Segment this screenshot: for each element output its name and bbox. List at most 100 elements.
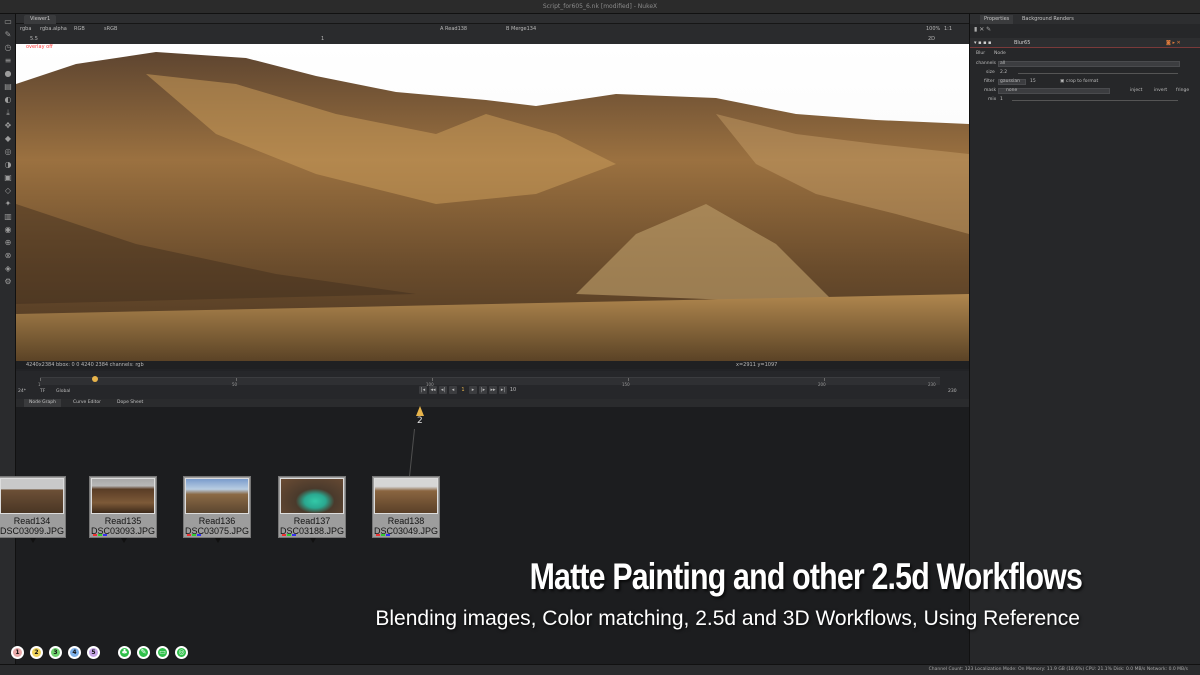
tab-dope-sheet[interactable]: Dope Sheet bbox=[112, 399, 148, 407]
zoom-select[interactable]: 100% bbox=[926, 24, 940, 34]
metadata-icon[interactable]: ◑ bbox=[3, 160, 13, 170]
timeline-tick bbox=[824, 378, 825, 381]
badge-5[interactable]: 5 bbox=[87, 646, 100, 659]
invert-label[interactable]: invert bbox=[1154, 87, 1167, 95]
node-output-icon[interactable] bbox=[30, 538, 36, 543]
timeline-track[interactable]: 1 50 100 150 200 230 bbox=[38, 376, 940, 387]
size-slider[interactable] bbox=[1018, 73, 1178, 74]
tab-curve-editor[interactable]: Curve Editor bbox=[68, 399, 106, 407]
size-value[interactable]: 2.2 bbox=[1000, 69, 1007, 77]
current-frame-field[interactable]: 1 bbox=[459, 386, 467, 394]
viewer-input-arrow-icon[interactable] bbox=[416, 406, 424, 416]
viewer-controls-2: 5.5 1 2D bbox=[16, 34, 969, 44]
brush-icon[interactable]: ✎ bbox=[137, 646, 150, 659]
tf-select[interactable]: TF bbox=[40, 389, 45, 394]
target-icon[interactable]: ◎ bbox=[175, 646, 188, 659]
tab-viewer1[interactable]: Viewer1 bbox=[24, 15, 57, 24]
3d-icon[interactable]: ◆ bbox=[3, 134, 13, 144]
timeline-label: 50 bbox=[232, 382, 238, 387]
tab-node[interactable]: Node bbox=[994, 50, 1006, 58]
last-frame-icon[interactable]: ▸| bbox=[499, 386, 507, 394]
fps-select[interactable]: 24* bbox=[18, 389, 26, 394]
colorspace-select[interactable]: RGB bbox=[74, 24, 85, 34]
lut-select[interactable]: sRGB bbox=[104, 24, 117, 34]
timeline[interactable]: 1 50 100 150 200 230 24* TF Global |◂ ◂◂… bbox=[16, 371, 969, 399]
read-node-138[interactable]: Read138 DSC03049.JPG bbox=[372, 476, 440, 538]
leaf-icon[interactable]: ♣ bbox=[118, 646, 131, 659]
tab-blur[interactable]: Blur bbox=[976, 50, 985, 58]
plugins-icon[interactable]: ◈ bbox=[3, 264, 13, 274]
tab-properties[interactable]: Properties bbox=[980, 15, 1014, 24]
badge-1[interactable]: 1 bbox=[11, 646, 24, 659]
end-frame-field[interactable]: 230 bbox=[948, 389, 957, 394]
alpha-select[interactable]: rgba.alpha bbox=[40, 24, 67, 34]
playhead[interactable] bbox=[92, 376, 98, 382]
mix-slider[interactable] bbox=[1012, 100, 1178, 101]
settings-icon[interactable]: ⚙ bbox=[3, 277, 13, 287]
ocula-icon[interactable]: ⊕ bbox=[3, 238, 13, 248]
badge-2[interactable]: 2 bbox=[30, 646, 43, 659]
fringe-label[interactable]: fringe bbox=[1176, 87, 1189, 95]
transform-icon[interactable]: ✥ bbox=[3, 121, 13, 131]
keyer-icon[interactable]: ◐ bbox=[3, 95, 13, 105]
lock-icon[interactable]: ▮ ✕ ✎ bbox=[974, 26, 991, 33]
gain-field[interactable]: 5.5 bbox=[30, 34, 38, 44]
channels-value: all bbox=[1000, 61, 1006, 66]
read-node-135[interactable]: Read135 DSC03093.JPG bbox=[89, 476, 157, 543]
crop-checkbox[interactable]: ▣ bbox=[1060, 78, 1064, 86]
ratio-select[interactable]: 1:1 bbox=[944, 24, 952, 34]
proxy-select[interactable]: 2D bbox=[928, 34, 935, 44]
node-menu-icon[interactable]: ▾ ▪ ▪ ▪ bbox=[974, 40, 991, 46]
furnace-icon[interactable]: ◉ bbox=[3, 225, 13, 235]
cara-icon[interactable]: ⊗ bbox=[3, 251, 13, 261]
channel-icon[interactable]: ≡ bbox=[3, 56, 13, 66]
badge-4[interactable]: 4 bbox=[68, 646, 81, 659]
filter-icon[interactable]: ▤ bbox=[3, 82, 13, 92]
screen-icon[interactable]: ▭ bbox=[156, 646, 169, 659]
inject-label[interactable]: inject bbox=[1130, 87, 1142, 95]
mountain-thumb-1 bbox=[0, 478, 64, 514]
read-node-134[interactable]: Read134 DSC03099.JPG bbox=[0, 476, 66, 543]
input-a-select[interactable]: A Read138 bbox=[440, 24, 467, 34]
node-output-icon[interactable] bbox=[310, 538, 316, 543]
other-icon[interactable]: ◇ bbox=[3, 186, 13, 196]
merge-icon[interactable]: ⤓ bbox=[3, 108, 13, 118]
mix-value[interactable]: 1 bbox=[1000, 96, 1003, 104]
first-frame-icon[interactable]: |◂ bbox=[419, 386, 427, 394]
tab-node-graph[interactable]: Node Graph bbox=[24, 399, 61, 407]
tab-background-renders[interactable]: Background Renders bbox=[1018, 15, 1078, 24]
quality-value[interactable]: 15 bbox=[1030, 78, 1036, 86]
node-name-field[interactable]: Blur65 bbox=[1014, 40, 1030, 46]
range-select[interactable]: Global bbox=[56, 389, 70, 394]
play-forward-icon[interactable]: ▸ bbox=[469, 386, 477, 394]
node-output-icon[interactable] bbox=[121, 538, 127, 543]
filter-value: gaussian bbox=[1000, 79, 1021, 84]
deep-icon[interactable]: ▥ bbox=[3, 212, 13, 222]
viewer-image[interactable] bbox=[16, 44, 969, 361]
color-icon[interactable]: ● bbox=[3, 69, 13, 79]
prev-keyframe-icon[interactable]: ◂◂ bbox=[429, 386, 437, 394]
frame-field[interactable]: 1 bbox=[321, 34, 324, 44]
badge-3[interactable]: 3 bbox=[49, 646, 62, 659]
play-backward-icon[interactable]: ◂ bbox=[449, 386, 457, 394]
next-keyframe-icon[interactable]: ▸▸ bbox=[489, 386, 497, 394]
node-output-icon[interactable] bbox=[215, 538, 221, 543]
step-field[interactable]: 10 bbox=[509, 386, 517, 394]
read-node-137[interactable]: Read137 DSC03188.JPG bbox=[278, 476, 346, 543]
particles-icon[interactable]: ✦ bbox=[3, 199, 13, 209]
next-frame-icon[interactable]: |▸ bbox=[479, 386, 487, 394]
views-icon[interactable]: ◎ bbox=[3, 147, 13, 157]
mountain-thumb-2 bbox=[91, 478, 155, 514]
prev-frame-icon[interactable]: ◂| bbox=[439, 386, 447, 394]
read-node-136[interactable]: Read136 DSC03075.JPG bbox=[183, 476, 251, 543]
input-b-select[interactable]: B Merge134 bbox=[506, 24, 536, 34]
node-color-icon[interactable]: ◙ ▸ ✕ bbox=[1166, 40, 1181, 46]
image-icon[interactable]: ▭ bbox=[3, 17, 13, 27]
channels-select[interactable] bbox=[998, 61, 1180, 67]
toolsets-icon[interactable]: ▣ bbox=[3, 173, 13, 183]
time-icon[interactable]: ◷ bbox=[3, 43, 13, 53]
draw-icon[interactable]: ✎ bbox=[3, 30, 13, 40]
timeline-tick bbox=[40, 378, 41, 381]
subtab-row: Blur Node bbox=[970, 50, 1200, 58]
channels-select[interactable]: rgba bbox=[20, 24, 31, 34]
